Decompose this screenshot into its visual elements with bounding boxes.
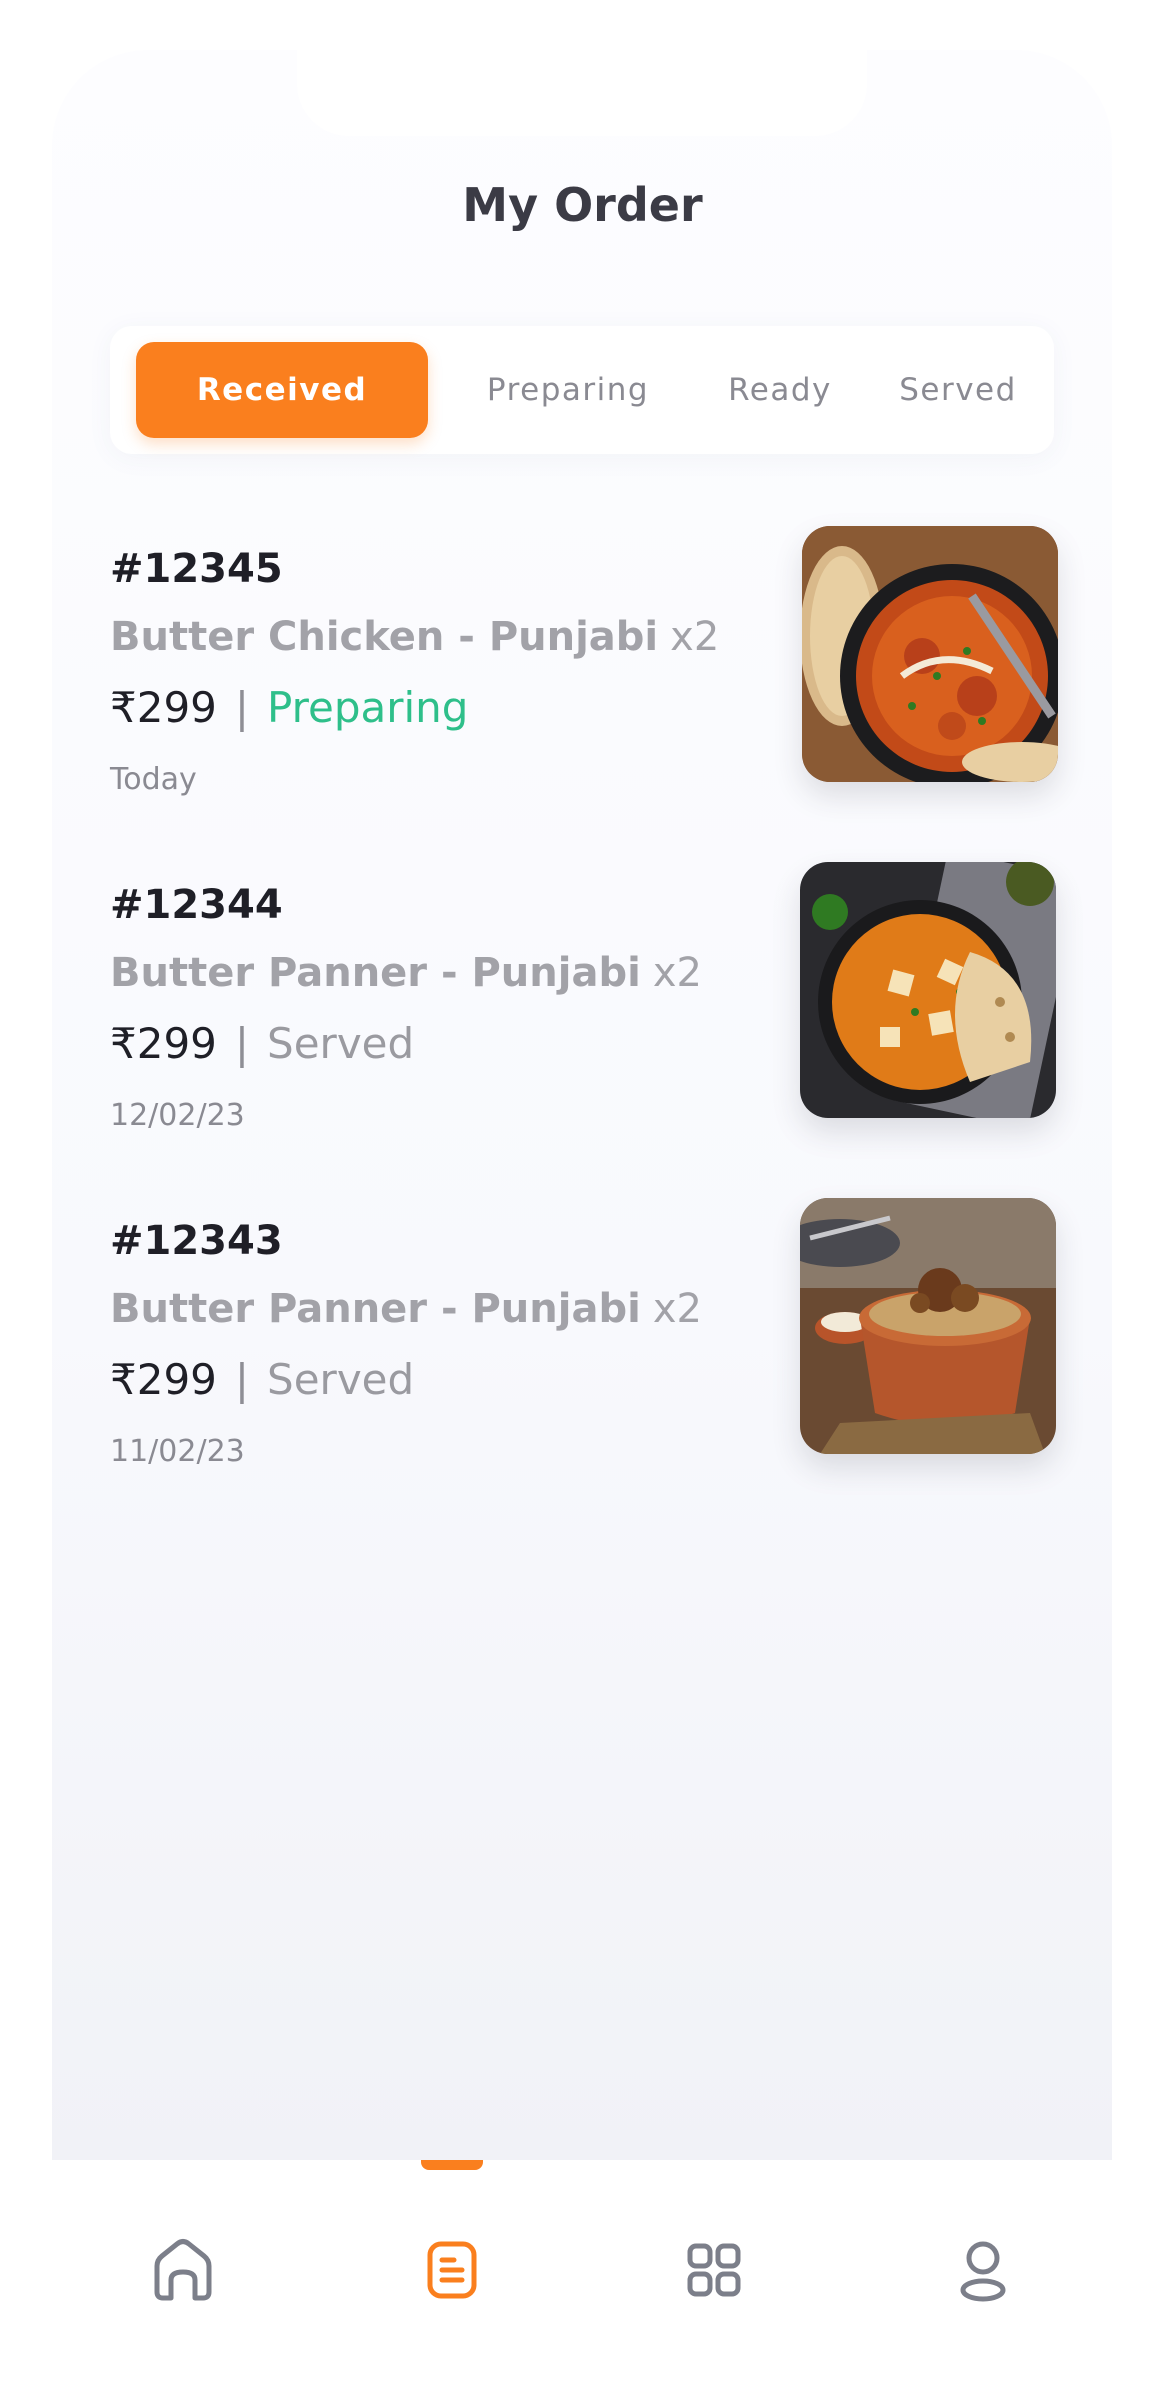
order-card[interactable]: #12343 Butter Panner - Punjabi x2 ₹299 | Se… xyxy=(110,1198,1056,1478)
order-item-name: Butter Panner - Punjabi x2 xyxy=(110,950,702,996)
order-price-status: ₹299 | Served xyxy=(110,1019,414,1068)
order-price-status: ₹299 | Served xyxy=(110,1355,414,1404)
item-quantity: x2 xyxy=(670,614,720,660)
biryani-image xyxy=(800,1198,1056,1454)
order-status: Preparing xyxy=(267,683,469,732)
nav-orders[interactable] xyxy=(402,2220,502,2320)
order-price: ₹299 xyxy=(110,1355,217,1404)
order-card[interactable]: #12345 Butter Chicken - Punjabi x2 ₹299 | P… xyxy=(110,526,1058,806)
item-quantity: x2 xyxy=(652,950,702,996)
order-price: ₹299 xyxy=(110,683,217,732)
order-id: #12343 xyxy=(110,1218,283,1264)
tab-served[interactable]: Served xyxy=(868,326,1048,454)
order-item-name: Butter Panner - Punjabi x2 xyxy=(110,1286,702,1332)
nav-profile[interactable] xyxy=(933,2220,1033,2320)
device-notch xyxy=(297,50,867,136)
profile-icon xyxy=(960,2241,1006,2302)
separator: | xyxy=(234,1019,250,1068)
item-quantity: x2 xyxy=(652,1286,702,1332)
tab-ready[interactable]: Ready xyxy=(690,326,870,454)
order-price: ₹299 xyxy=(110,1019,217,1068)
order-date: Today xyxy=(110,762,197,797)
order-item-name: Butter Chicken - Punjabi x2 xyxy=(110,614,719,660)
nav-menu[interactable] xyxy=(664,2220,764,2320)
item-name: Butter Panner - Punjabi xyxy=(110,1286,641,1332)
paneer-curry-image xyxy=(800,862,1056,1118)
bottom-navigation xyxy=(0,2160,1165,2400)
orders-icon xyxy=(427,2241,477,2299)
order-status: Served xyxy=(267,1019,415,1068)
order-id: #12345 xyxy=(110,546,283,592)
tab-preparing[interactable]: Preparing xyxy=(458,326,678,454)
butter-chicken-image xyxy=(802,526,1058,782)
nav-home[interactable] xyxy=(133,2220,233,2320)
order-date: 11/02/23 xyxy=(110,1434,245,1469)
item-name: Butter Panner - Punjabi xyxy=(110,950,641,996)
item-name: Butter Chicken - Punjabi xyxy=(110,614,659,660)
separator: | xyxy=(234,1355,250,1404)
order-card[interactable]: #12344 Butter Panner - Punjabi x2 ₹299 | Se… xyxy=(110,862,1056,1142)
order-status: Served xyxy=(267,1355,415,1404)
home-icon xyxy=(154,2239,212,2301)
order-price-status: ₹299 | Preparing xyxy=(110,683,468,732)
grid-icon xyxy=(687,2243,741,2297)
active-tab-indicator xyxy=(421,2160,483,2170)
separator: | xyxy=(234,683,250,732)
page-title: My Order xyxy=(462,178,703,232)
status-tabs: Received Preparing Ready Served xyxy=(110,326,1054,454)
order-id: #12344 xyxy=(110,882,283,928)
tab-received[interactable]: Received xyxy=(136,342,428,438)
order-date: 12/02/23 xyxy=(110,1098,245,1133)
